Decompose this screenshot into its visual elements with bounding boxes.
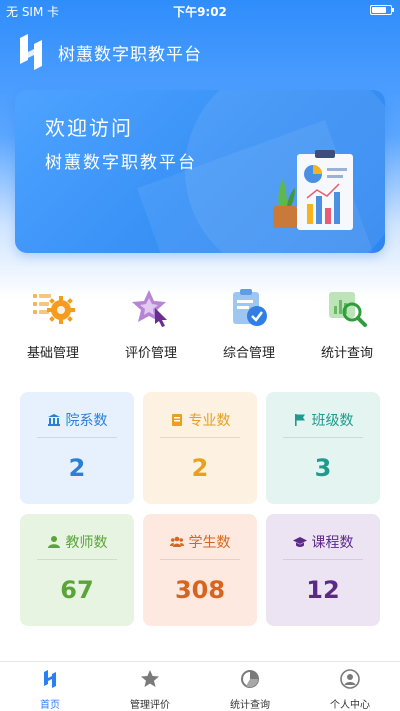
quick-actions: 基础管理 评价管理 综合管理 统计查询	[0, 288, 400, 363]
stat-label: 专业数	[188, 413, 231, 429]
stat-card-departments[interactable]: 院系数 2	[20, 392, 134, 504]
quick-action-comprehensive-management[interactable]: 综合管理	[204, 288, 294, 363]
tab-label: 管理评价	[130, 700, 170, 711]
quick-action-label: 基础管理	[26, 346, 79, 361]
group-icon	[169, 536, 184, 547]
status-time: 下午9:02	[173, 5, 227, 19]
quick-action-evaluation-management[interactable]: 评价管理	[106, 288, 196, 363]
stat-card-courses[interactable]: 课程数 12	[266, 514, 380, 626]
tab-label: 个人中心	[330, 700, 370, 711]
app-logo-icon	[20, 34, 42, 70]
stat-label: 院系数	[65, 413, 108, 429]
stat-label: 班级数	[311, 413, 354, 429]
star-cursor-icon	[132, 290, 167, 327]
stat-value: 3	[314, 454, 332, 482]
stat-value: 2	[68, 454, 86, 482]
flag-icon	[294, 414, 305, 426]
gear-list-icon	[33, 294, 75, 324]
stat-value: 67	[60, 576, 94, 604]
battery-icon	[370, 5, 394, 15]
clipboard-check-icon	[233, 289, 267, 326]
bottom-tab-bar: 首页 管理评价 统计查询 个人中心	[0, 661, 400, 711]
app-bar: 树蕙数字职教平台	[14, 32, 202, 72]
stat-label: 学生数	[188, 535, 231, 551]
stat-card-majors[interactable]: 专业数 2	[143, 392, 257, 504]
chart-search-icon	[329, 292, 367, 327]
tab-profile[interactable]: 个人中心	[300, 662, 400, 711]
stat-label: 课程数	[311, 535, 354, 551]
user-icon	[340, 669, 360, 689]
report-clipboard-illustration	[273, 150, 353, 230]
tab-management-evaluation[interactable]: 管理评价	[100, 662, 200, 711]
building-icon	[47, 414, 60, 426]
stat-value: 308	[174, 576, 226, 604]
home-logo-icon	[44, 670, 56, 688]
quick-action-label: 统计查询	[320, 346, 373, 361]
stat-card-classes[interactable]: 班级数 3	[266, 392, 380, 504]
graduation-cap-icon	[292, 537, 307, 547]
quick-action-label: 综合管理	[222, 346, 275, 361]
banner-title: 欢迎访问	[45, 116, 133, 140]
stat-value: 2	[191, 454, 209, 482]
person-icon	[47, 536, 60, 548]
stat-value: 12	[306, 576, 340, 604]
app-title: 树蕙数字职教平台	[58, 44, 202, 65]
quick-action-label: 评价管理	[124, 346, 177, 361]
book-icon	[171, 414, 182, 426]
welcome-banner[interactable]: 欢迎访问 树蕙数字职教平台	[15, 90, 385, 253]
banner-subtitle: 树蕙数字职教平台	[45, 153, 197, 173]
quick-action-basic-management[interactable]: 基础管理	[8, 288, 98, 363]
tab-statistics-query[interactable]: 统计查询	[200, 662, 300, 711]
quick-action-statistics-query[interactable]: 统计查询	[302, 288, 392, 363]
stat-card-students[interactable]: 学生数 308	[143, 514, 257, 626]
status-bar: 无 SIM 卡 下午9:02	[0, 0, 400, 20]
tab-label: 统计查询	[230, 700, 270, 711]
tab-label: 首页	[40, 700, 60, 711]
stat-label: 教师数	[65, 535, 108, 551]
tab-home[interactable]: 首页	[0, 662, 100, 711]
pie-chart-icon	[241, 670, 259, 688]
stat-card-teachers[interactable]: 教师数 67	[20, 514, 134, 626]
star-icon	[141, 670, 159, 687]
